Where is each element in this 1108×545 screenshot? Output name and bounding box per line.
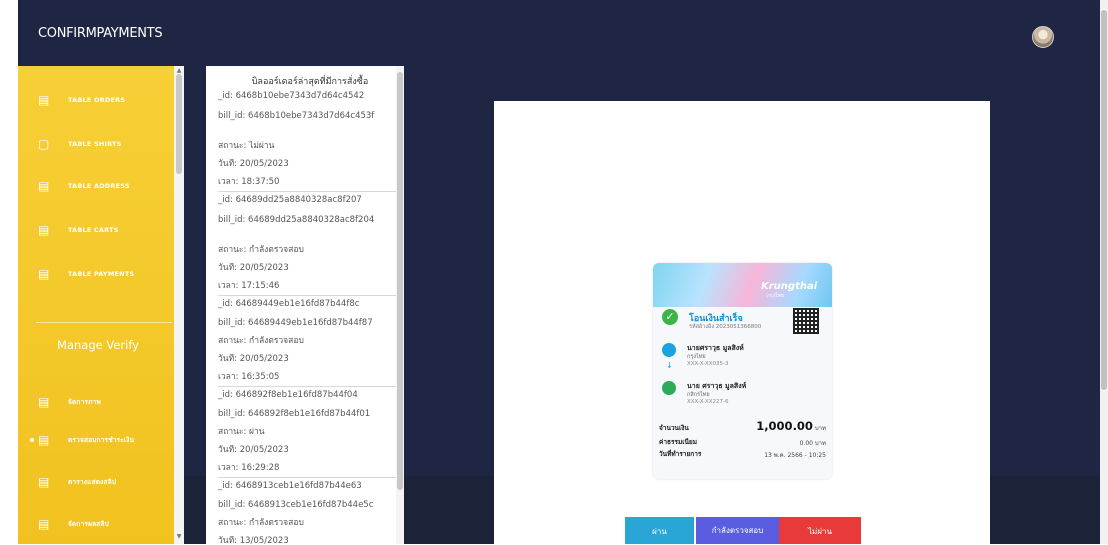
list-icon: ▤ xyxy=(38,395,50,409)
sidebar-item-label: จัดการผลสลิป xyxy=(68,520,109,528)
sidebar-item-label: TABLE SHIRTS xyxy=(68,140,122,148)
order-time: เวลา: 18:37:50 xyxy=(218,177,280,187)
order-status: สถานะ: กำลังตรวจสอบ xyxy=(218,245,304,255)
arrow-down-icon: ↓ xyxy=(666,361,673,370)
order-status: สถานะ: กำลังตรวจสอบ xyxy=(218,518,304,528)
sidebar: ▤ TABLE ORDERS ▢ TABLE SHIRTS ▤ TABLE AD… xyxy=(18,66,184,544)
payment-slip-image: Krungthai กรุงไทย ✓ โอนเงินสำเร็จ รหัสอ้… xyxy=(653,263,832,479)
receiver-bank: กสิกรไทย xyxy=(687,392,710,398)
date-label: วันที่ทำรายการ xyxy=(659,450,702,458)
order-bill-id: bill_id: 64689449eb1e16fd87b44f87 xyxy=(218,318,373,328)
order-status: สถานะ: ผ่าน xyxy=(218,427,265,437)
order-time: เวลา: 16:29:28 xyxy=(218,463,280,473)
sidebar-item-table-carts[interactable]: ▤ TABLE CARTS xyxy=(18,212,178,248)
list-icon: ▤ xyxy=(38,433,50,447)
sidebar-item-table-address[interactable]: ▤ TABLE ADDRESS xyxy=(18,168,178,204)
scrollbar-thumb[interactable] xyxy=(397,72,403,490)
order-status: สถานะ: ไม่ผ่าน xyxy=(218,141,275,151)
order-id: _id: 6468b10ebe7343d7d64c4542 xyxy=(218,91,365,101)
sidebar-item-verify-payment[interactable]: ▤ ตรวจสอบการชำระเงิน xyxy=(18,422,178,458)
slip-header-banner: Krungthai กรุงไทย xyxy=(653,263,832,307)
receiver-bank-icon xyxy=(662,381,676,395)
sender-account: XXX-X-XX035-3 xyxy=(687,361,729,367)
list-icon: ▤ xyxy=(38,223,50,237)
order-divider xyxy=(218,477,398,478)
sidebar-item-table-shirts[interactable]: ▢ TABLE SHIRTS xyxy=(18,126,178,162)
receiver-account: XXX-X-XX227-6 xyxy=(687,399,729,405)
app-brand[interactable]: CONFIRMPAYMENTS xyxy=(38,26,163,41)
list-icon: ▤ xyxy=(38,517,50,531)
qr-code-icon xyxy=(793,308,819,334)
order-divider xyxy=(218,191,398,192)
sidebar-item-table-orders[interactable]: ▤ TABLE ORDERS xyxy=(18,82,178,118)
order-id: _id: 6468913ceb1e16fd87b44e63 xyxy=(218,481,362,491)
amount-value: 1,000.00 บาท xyxy=(756,419,826,433)
sidebar-item-manage-images[interactable]: ▤ จัดการภาพ xyxy=(18,384,178,420)
order-list-scrollbar[interactable] xyxy=(396,66,404,544)
scroll-down-icon[interactable]: ▼ xyxy=(176,534,182,540)
sidebar-item-label: ตารางแสดงสลิป xyxy=(68,478,117,486)
list-icon: ▤ xyxy=(38,267,50,281)
order-date: วันที่: 20/05/2023 xyxy=(218,445,289,455)
order-bill-id: bill_id: 6468b10ebe7343d7d64c453f xyxy=(218,111,375,121)
user-avatar[interactable] xyxy=(1032,26,1054,48)
scrollbar-thumb[interactable] xyxy=(1101,10,1107,390)
fail-button[interactable]: ไม่ผ่าน xyxy=(779,517,861,544)
scrollbar-thumb[interactable] xyxy=(176,74,182,174)
sidebar-item-slip-table[interactable]: ▤ ตารางแสดงสลิป xyxy=(18,464,178,500)
sidebar-item-label: ตรวจสอบการชำระเงิน xyxy=(68,436,135,444)
order-status: สถานะ: กำลังตรวจสอบ xyxy=(218,336,304,346)
sender-bank: กรุงไทย xyxy=(687,354,706,360)
checking-button[interactable]: กำลังตรวจสอบ xyxy=(696,517,779,544)
sidebar-item-label: TABLE ADDRESS xyxy=(68,182,130,190)
list-icon: ▤ xyxy=(38,475,50,489)
order-list-title: บิลออร์เดอร์ล่าสุดที่มีการสั่งซื้อ xyxy=(251,77,369,87)
order-date: วันที่: 13/05/2023 xyxy=(218,536,289,544)
order-bill-id: bill_id: 646892f8eb1e16fd87b44f01 xyxy=(218,409,371,419)
sidebar-item-manage-slip[interactable]: ▤ จัดการผลสลิป xyxy=(18,506,178,542)
amount-label: จำนวนเงิน xyxy=(659,424,689,432)
date-value: 13 พ.ค. 2566 - 10:25 xyxy=(764,452,826,459)
order-divider xyxy=(218,295,398,296)
bank-logo: Krungthai กรุงไทย xyxy=(761,281,818,299)
order-list: บิลออร์เดอร์ล่าสุดที่มีการสั่งซื้อ _id: … xyxy=(206,66,404,544)
sidebar-item-label: TABLE PAYMENTS xyxy=(68,270,135,278)
check-icon: ✓ xyxy=(662,309,678,325)
list-icon: ▤ xyxy=(38,93,50,107)
active-indicator xyxy=(30,438,34,442)
sender-bank-icon xyxy=(662,343,676,357)
order-id: _id: 64689449eb1e16fd87b44f8c xyxy=(218,299,360,309)
fee-value: 0.00 บาท xyxy=(799,440,826,447)
order-bill-id: bill_id: 6468913ceb1e16fd87b44e5c xyxy=(218,500,374,510)
order-time: เวลา: 16:35:05 xyxy=(218,372,280,382)
order-date: วันที่: 20/05/2023 xyxy=(218,263,289,273)
shirt-icon: ▢ xyxy=(38,137,50,151)
sidebar-scrollbar[interactable]: ▲ ▼ xyxy=(174,66,184,544)
page-scrollbar[interactable] xyxy=(1100,0,1108,544)
order-time: เวลา: 17:15:46 xyxy=(218,281,280,291)
slip-reference: รหัสอ้างอิง 2023051366800 xyxy=(689,324,762,330)
sidebar-item-label: TABLE CARTS xyxy=(68,226,119,234)
order-id: _id: 64689dd25a8840328ac8f207 xyxy=(218,195,362,205)
order-date: วันที่: 20/05/2023 xyxy=(218,159,289,169)
order-id: _id: 646892f8eb1e16fd87b44f04 xyxy=(218,390,358,400)
sidebar-item-label: จัดการภาพ xyxy=(68,398,101,406)
sidebar-divider xyxy=(36,322,172,323)
sidebar-section-title: Manage Verify xyxy=(57,338,139,352)
sidebar-item-label: TABLE ORDERS xyxy=(68,96,126,104)
list-icon: ▤ xyxy=(38,179,50,193)
order-bill-id: bill_id: 64689dd25a8840328ac8f204 xyxy=(218,215,375,225)
order-date: วันที่: 20/05/2023 xyxy=(218,354,289,364)
fee-label: ค่าธรรมเนียม xyxy=(659,438,697,446)
order-divider xyxy=(218,386,398,387)
app-root: CONFIRMPAYMENTS ▤ TABLE ORDERS ▢ TABLE S… xyxy=(0,0,1108,544)
sidebar-item-table-payments[interactable]: ▤ TABLE PAYMENTS xyxy=(18,256,178,292)
pass-button[interactable]: ผ่าน xyxy=(625,517,694,544)
